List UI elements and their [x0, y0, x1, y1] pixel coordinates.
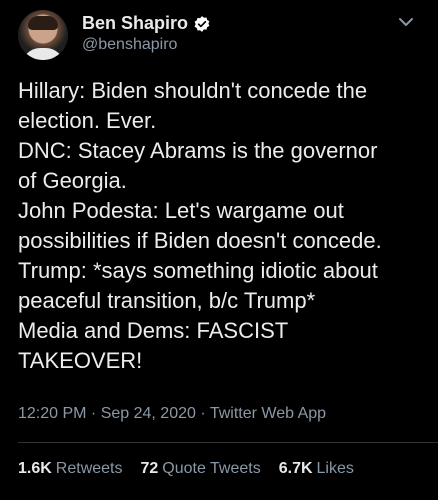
tweet-line: John Podesta: Let's wargame out — [18, 198, 344, 223]
tweet-line: Trump: *says something idiotic about — [18, 258, 378, 283]
verified-badge-icon — [193, 15, 211, 33]
author-handle[interactable]: @benshapiro — [82, 36, 177, 54]
chevron-down-icon[interactable] — [396, 12, 416, 32]
engagement-stats: 1.6K Retweets 72 Quote Tweets 6.7K Likes — [18, 460, 354, 478]
tweet-line: possibilities if Biden doesn't concede. — [18, 228, 382, 253]
quote-tweets-stat[interactable]: 72 Quote Tweets — [141, 460, 261, 478]
likes-count: 6.7K — [278, 460, 313, 477]
quote-tweets-count: 72 — [140, 460, 159, 477]
retweets-count: 1.6K — [18, 460, 52, 477]
quote-tweets-label: Quote Tweets — [162, 460, 261, 477]
likes-label: Likes — [316, 460, 354, 477]
author-name-row[interactable]: Ben Shapiro — [82, 13, 211, 34]
tweet-text: Hillary: Biden shouldn't concede the ele… — [18, 76, 428, 376]
tweet-timestamp[interactable]: 12:20 PM · Sep 24, 2020 · Twitter Web Ap… — [18, 405, 326, 423]
tweet-line: DNC: Stacey Abrams is the governor — [18, 138, 378, 163]
likes-stat[interactable]: 6.7K Likes — [279, 460, 354, 478]
avatar[interactable] — [18, 10, 68, 60]
tweet-line: peaceful transition, b/c Trump* — [18, 288, 316, 313]
retweets-label: Retweets — [55, 460, 123, 477]
tweet-line: election. Ever. — [18, 108, 157, 133]
avatar-hair — [28, 16, 58, 30]
tweet-card: Ben Shapiro @benshapiro Hillary: Biden s… — [0, 0, 438, 500]
author-name[interactable]: Ben Shapiro — [82, 13, 188, 34]
tweet-line: of Georgia. — [18, 168, 127, 193]
tweet-line: TAKEOVER! — [18, 348, 143, 373]
avatar-shirt — [22, 48, 64, 60]
divider — [18, 442, 438, 443]
tweet-line: Hillary: Biden shouldn't concede the — [18, 78, 368, 103]
retweets-stat[interactable]: 1.6K Retweets — [18, 460, 123, 478]
tweet-line: Media and Dems: FASCIST — [18, 318, 289, 343]
